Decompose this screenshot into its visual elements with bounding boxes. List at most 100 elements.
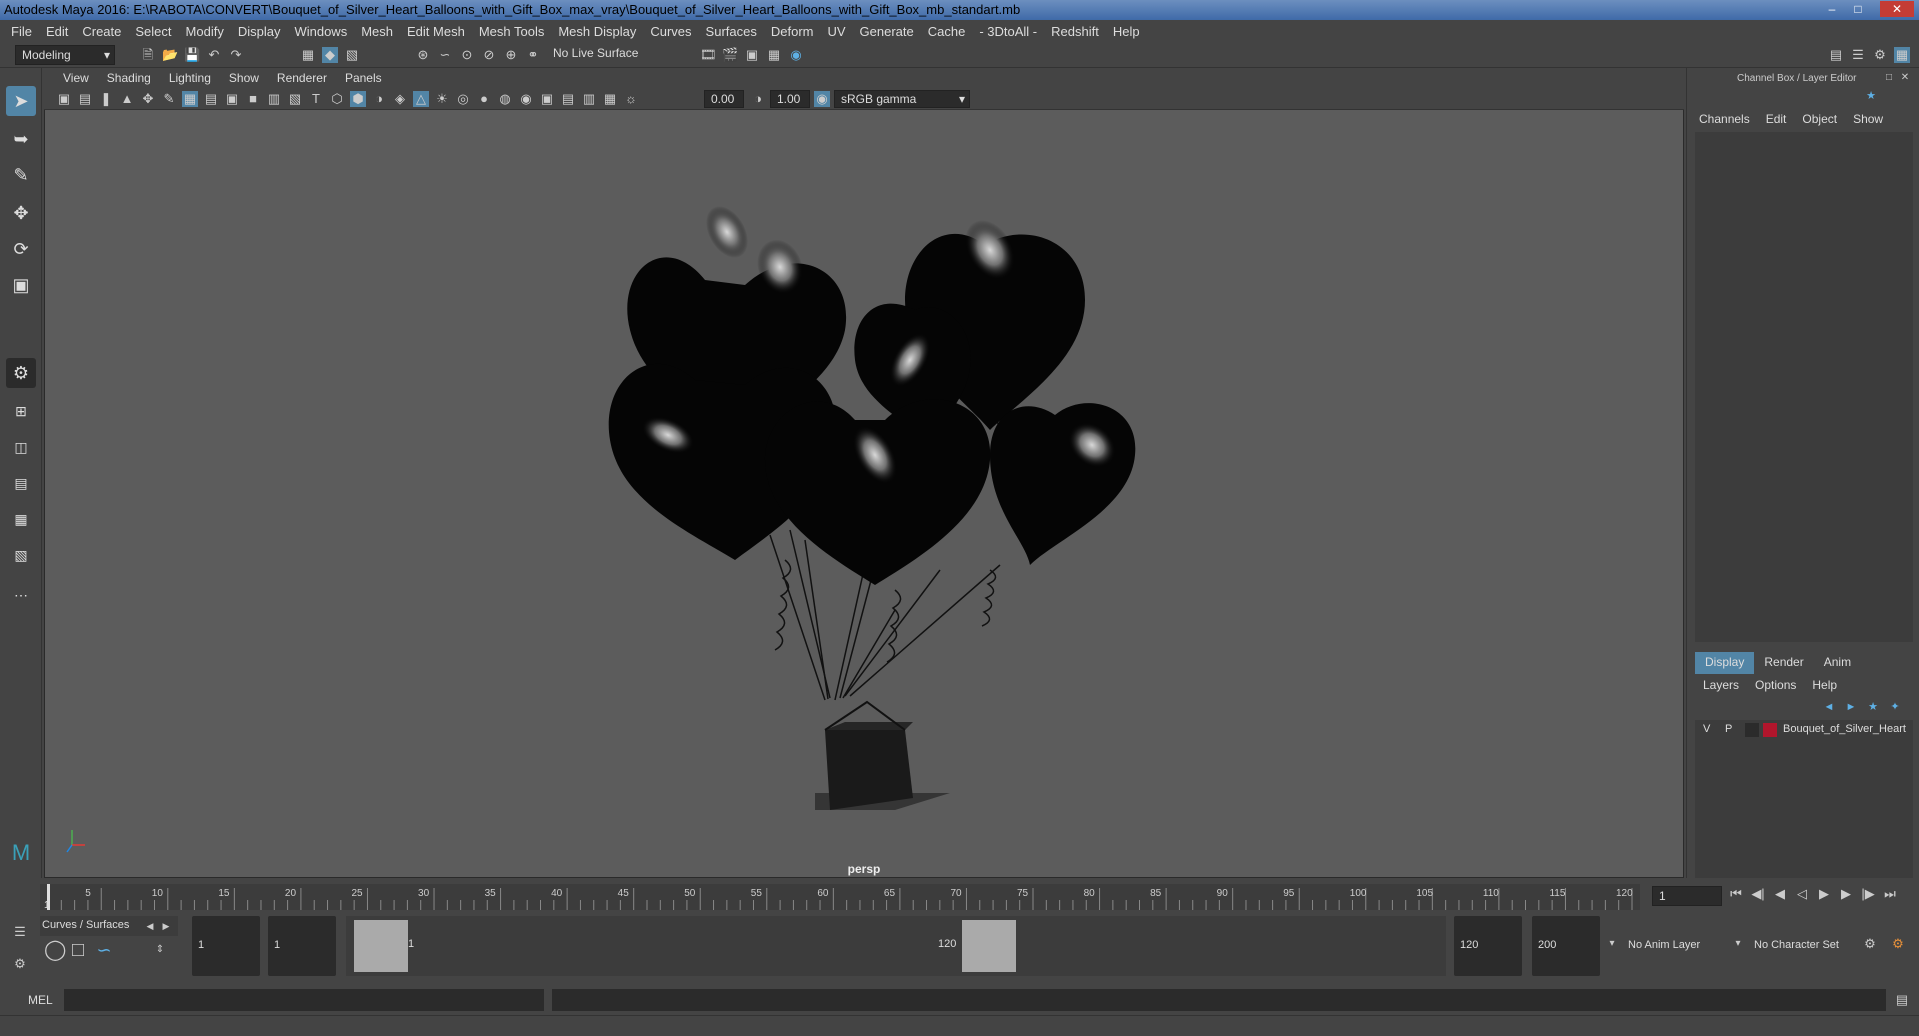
animation-prefs-icon[interactable]: ⚙ [1890, 936, 1906, 952]
time-slider-track[interactable]: 1 5 10 15 20 25 30 35 40 45 50 55 60 65 70 75 80 85 90 95 10… [40, 884, 1640, 911]
menu-uv[interactable]: UV [820, 24, 852, 39]
menu-surfaces[interactable]: Surfaces [699, 24, 764, 39]
menu-mesh[interactable]: Mesh [354, 24, 400, 39]
lasso-tool-icon[interactable]: ➥ [6, 124, 36, 154]
layer-visibility-toggle[interactable]: V [1703, 723, 1710, 735]
menu-deform[interactable]: Deform [764, 24, 821, 39]
end-time-field[interactable]: 200 [1532, 916, 1600, 976]
gamma-field[interactable]: 1.00 [770, 90, 810, 108]
float-panel-icon[interactable]: □ [1881, 70, 1897, 86]
ipr-render-icon[interactable]: ▣ [744, 47, 760, 63]
channel-menu-show[interactable]: Show [1845, 112, 1891, 126]
layer-playback-toggle[interactable]: P [1725, 723, 1732, 735]
perspective-viewport[interactable]: persp [45, 110, 1683, 877]
shelf-settings-icon[interactable]: ⚙ [12, 956, 28, 972]
anti-aliasing-icon[interactable]: ◍ [497, 91, 513, 107]
move-layer-up-icon[interactable]: ◄ [1821, 699, 1837, 715]
snap-curve-icon[interactable]: ∽ [437, 47, 453, 63]
xray-joints-icon[interactable]: ▥ [581, 91, 597, 107]
close-icon[interactable]: ✕ [1880, 1, 1914, 17]
step-back-frame-icon[interactable]: ◀ [1772, 886, 1788, 902]
go-to-end-icon[interactable]: ⏭ [1882, 886, 1898, 902]
layer-name[interactable]: Bouquet_of_Silver_Heart [1783, 723, 1906, 735]
layer-row[interactable]: V P Bouquet_of_Silver_Heart [1695, 720, 1913, 740]
step-forward-key-icon[interactable]: |▶ [1860, 886, 1876, 902]
new-layer-icon[interactable]: ★ [1865, 699, 1881, 715]
snap-grid-icon[interactable]: ⊛ [415, 47, 431, 63]
color-space-dropdown[interactable]: sRGB gamma ▾ [834, 90, 970, 108]
redo-icon[interactable]: ↷ [228, 47, 244, 63]
step-back-key-icon[interactable]: ◀| [1750, 886, 1766, 902]
select-hierarchy-icon[interactable]: ▦ [300, 47, 316, 63]
textured-icon[interactable]: ◈ [392, 91, 408, 107]
gate-mask-icon[interactable]: ■ [245, 91, 261, 107]
xray-icon[interactable]: ▤ [560, 91, 576, 107]
channel-menu-object[interactable]: Object [1794, 112, 1845, 126]
film-gate-icon[interactable]: ▤ [203, 91, 219, 107]
smooth-shade-icon[interactable]: ⬢ [350, 91, 366, 107]
scale-tool-icon[interactable]: ▣ [6, 270, 36, 300]
grid-icon[interactable]: ▦ [182, 91, 198, 107]
bookmark-icon[interactable]: ❚ [98, 91, 114, 107]
menu-cache[interactable]: Cache [921, 24, 973, 39]
move-layer-down-icon[interactable]: ► [1843, 699, 1859, 715]
image-plane-icon[interactable]: ▲ [119, 91, 135, 107]
snap-live-icon[interactable]: ⚭ [525, 47, 541, 63]
cv-curve-icon[interactable]: ∽ [96, 941, 112, 959]
paint-select-icon[interactable]: ✎ [6, 160, 36, 190]
channel-menu-edit[interactable]: Edit [1758, 112, 1795, 126]
shelf-scroll-icon[interactable]: ⇕ [152, 942, 168, 958]
outliner-view-icon[interactable]: ▤ [6, 468, 36, 498]
ambient-occlusion-icon[interactable]: ◎ [455, 91, 471, 107]
depth-of-field-icon[interactable]: ◉ [518, 91, 534, 107]
color-management-icon[interactable]: ◉ [814, 91, 830, 107]
tab-anim[interactable]: Anim [1814, 652, 1861, 674]
minimize-icon[interactable]: – [1820, 1, 1844, 17]
mode-dropdown[interactable]: Modeling ▾ [15, 45, 115, 65]
select-component-icon[interactable]: ▧ [344, 47, 360, 63]
snap-view-icon[interactable]: ⊘ [481, 47, 497, 63]
open-scene-icon[interactable]: 📂 [162, 47, 178, 63]
move-tool-icon[interactable]: ✥ [6, 198, 36, 228]
playback-start-field[interactable]: 1 [268, 916, 336, 976]
hypershade-icon[interactable]: ◉ [788, 47, 804, 63]
menu-select[interactable]: Select [128, 24, 178, 39]
select-object-icon[interactable]: ◆ [322, 47, 338, 63]
new-scene-icon[interactable]: 🗎 [140, 47, 156, 63]
close-panel-icon[interactable]: ✕ [1897, 70, 1913, 86]
menu-edit[interactable]: Edit [39, 24, 75, 39]
auto-key-icon[interactable]: ⚙ [1862, 936, 1878, 952]
save-scene-icon[interactable]: 💾 [184, 47, 200, 63]
go-to-start-icon[interactable]: ⏮ [1728, 886, 1744, 902]
resolution-gate-icon[interactable]: ▣ [224, 91, 240, 107]
menu-modify[interactable]: Modify [179, 24, 231, 39]
tool-settings-icon[interactable]: ⚙ [1872, 47, 1888, 63]
menu-display[interactable]: Display [231, 24, 288, 39]
nurbs-square-icon[interactable]: □ [70, 940, 86, 960]
panel-menu-show[interactable]: Show [220, 71, 268, 85]
menu-file[interactable]: File [4, 24, 39, 39]
hypershade-view-icon[interactable]: ▧ [6, 540, 36, 570]
layer-menu-layers[interactable]: Layers [1695, 678, 1747, 692]
menu-generate[interactable]: Generate [853, 24, 921, 39]
select-tool-icon[interactable]: ➤ [6, 86, 36, 116]
rotate-tool-icon[interactable]: ⟳ [6, 234, 36, 264]
render-settings-icon[interactable]: ▦ [766, 47, 782, 63]
camera-attributes-icon[interactable]: ▤ [77, 91, 93, 107]
layer-menu-options[interactable]: Options [1747, 678, 1804, 692]
channel-box-icon[interactable]: ▦ [1894, 47, 1910, 63]
channel-menu-channels[interactable]: Channels [1691, 112, 1758, 126]
script-editor-icon[interactable]: ▤ [1894, 992, 1910, 1008]
layer-type-toggle[interactable] [1745, 723, 1759, 737]
play-forward-icon[interactable]: ▶ [1816, 886, 1832, 902]
maximize-icon[interactable]: □ [1846, 1, 1870, 17]
snap-point-icon[interactable]: ⊙ [459, 47, 475, 63]
safe-action-icon[interactable]: ▧ [287, 91, 303, 107]
field-chart-icon[interactable]: ▥ [266, 91, 282, 107]
range-slider[interactable]: 1 120 [346, 916, 1446, 976]
chevron-down-icon[interactable]: ▾ [1730, 936, 1746, 952]
menu-curves[interactable]: Curves [643, 24, 698, 39]
menu-edit-mesh[interactable]: Edit Mesh [400, 24, 472, 39]
modeling-toolkit-icon[interactable]: ▤ [1828, 47, 1844, 63]
menu-windows[interactable]: Windows [287, 24, 354, 39]
